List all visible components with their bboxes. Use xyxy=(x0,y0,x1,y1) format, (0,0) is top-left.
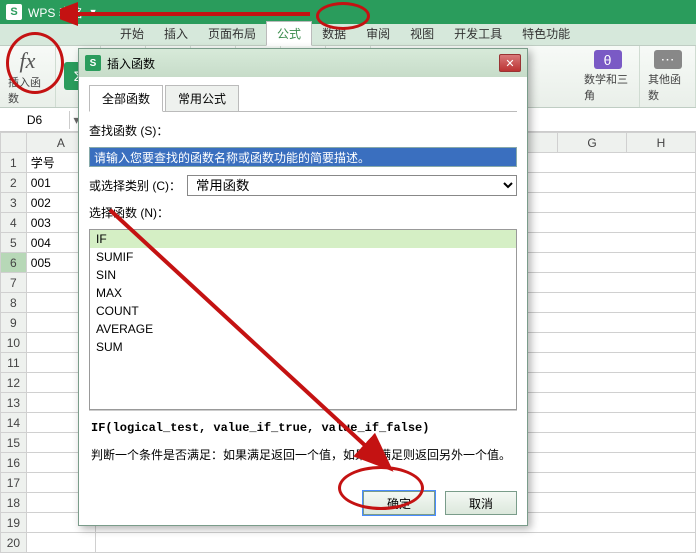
tab-review[interactable]: 审阅 xyxy=(356,22,400,45)
close-button[interactable]: ✕ xyxy=(499,54,521,72)
function-description-text: 判断一个条件是否满足：如果满足返回一个值，如果不满足则返回另外一个值。 xyxy=(91,446,515,465)
tab-common-formulas[interactable]: 常用公式 xyxy=(165,85,239,111)
list-item[interactable]: SUMIF xyxy=(90,248,516,266)
tab-special[interactable]: 特色功能 xyxy=(512,22,580,45)
dots-icon: ⋯ xyxy=(654,50,682,69)
app-title-bar: S WPS 表格 ▼ xyxy=(0,0,696,24)
tab-view[interactable]: 视图 xyxy=(400,22,444,45)
category-select[interactable]: 常用函数 xyxy=(187,175,517,196)
function-list[interactable]: IF SUMIF SIN MAX COUNT AVERAGE SUM xyxy=(89,229,517,410)
function-description: IF(logical_test, value_if_true, value_if… xyxy=(89,410,517,473)
list-item[interactable]: COUNT xyxy=(90,302,516,320)
row-header[interactable]: 11 xyxy=(1,353,27,373)
tab-dev[interactable]: 开发工具 xyxy=(444,22,512,45)
tab-start[interactable]: 开始 xyxy=(110,22,154,45)
col-header[interactable]: G xyxy=(558,133,627,153)
select-function-label: 选择函数 (N)： xyxy=(89,204,169,221)
insert-function-group[interactable]: fx 插入函数 xyxy=(0,46,56,107)
ribbon-group-math[interactable]: θ 数学和三角 xyxy=(576,46,640,107)
tab-all-functions[interactable]: 全部函数 xyxy=(89,85,163,112)
search-label: 查找函数 (S)： xyxy=(89,122,168,139)
row-header[interactable]: 4 xyxy=(1,213,27,233)
insert-function-label: 插入函数 xyxy=(8,74,47,106)
ribbon-math-label: 数学和三角 xyxy=(584,71,631,103)
dialog-logo-icon: S xyxy=(85,55,101,71)
row-header[interactable]: 8 xyxy=(1,293,27,313)
row-header[interactable]: 10 xyxy=(1,333,27,353)
col-header[interactable]: H xyxy=(627,133,696,153)
theta-icon: θ xyxy=(594,50,622,69)
tab-insert[interactable]: 插入 xyxy=(154,22,198,45)
row-header[interactable]: 15 xyxy=(1,433,27,453)
ok-button[interactable]: 确定 xyxy=(363,491,435,515)
row-header[interactable]: 9 xyxy=(1,313,27,333)
app-title: WPS 表格 xyxy=(28,4,83,21)
ribbon-group-other[interactable]: ⋯ 其他函数 xyxy=(640,46,696,107)
row-header[interactable]: 19 xyxy=(1,513,27,533)
menu-bar: 开始 插入 页面布局 公式 数据 审阅 视图 开发工具 特色功能 xyxy=(0,24,696,46)
search-input[interactable] xyxy=(89,147,517,167)
row-header[interactable]: 13 xyxy=(1,393,27,413)
list-item[interactable]: SIN xyxy=(90,266,516,284)
name-box[interactable]: D6 xyxy=(0,111,70,129)
row-header[interactable]: 18 xyxy=(1,493,27,513)
corner-cell[interactable] xyxy=(1,133,27,153)
row-header[interactable]: 14 xyxy=(1,413,27,433)
row-header[interactable]: 6 xyxy=(1,253,27,273)
dialog-button-row: 确定 取消 xyxy=(79,481,527,525)
dialog-tabs: 全部函数 常用公式 xyxy=(89,85,517,112)
row-header[interactable]: 2 xyxy=(1,173,27,193)
ribbon-other-label: 其他函数 xyxy=(648,71,687,103)
insert-function-dialog: S 插入函数 ✕ 全部函数 常用公式 查找函数 (S)： 或选择类别 (C)： … xyxy=(78,48,528,526)
row-header[interactable]: 12 xyxy=(1,373,27,393)
list-item[interactable]: AVERAGE xyxy=(90,320,516,338)
row-header[interactable]: 1 xyxy=(1,153,27,173)
category-label: 或选择类别 (C)： xyxy=(89,177,181,194)
row-header[interactable]: 17 xyxy=(1,473,27,493)
list-item[interactable]: SUM xyxy=(90,338,516,356)
list-item[interactable]: MAX xyxy=(90,284,516,302)
function-signature: IF(logical_test, value_if_true, value_if… xyxy=(91,419,515,438)
row-header[interactable]: 5 xyxy=(1,233,27,253)
app-logo-icon: S xyxy=(6,4,22,20)
tab-data[interactable]: 数据 xyxy=(312,22,356,45)
app-caret-icon: ▼ xyxy=(89,7,98,17)
tab-layout[interactable]: 页面布局 xyxy=(198,22,266,45)
dialog-title: 插入函数 xyxy=(107,55,155,72)
list-item[interactable]: IF xyxy=(90,230,516,248)
fx-icon: fx xyxy=(20,48,36,74)
dialog-title-bar[interactable]: S 插入函数 ✕ xyxy=(79,49,527,77)
row-header[interactable]: 7 xyxy=(1,273,27,293)
row-header[interactable]: 3 xyxy=(1,193,27,213)
row-header[interactable]: 16 xyxy=(1,453,27,473)
cancel-button[interactable]: 取消 xyxy=(445,491,517,515)
tab-formula[interactable]: 公式 xyxy=(266,21,312,46)
